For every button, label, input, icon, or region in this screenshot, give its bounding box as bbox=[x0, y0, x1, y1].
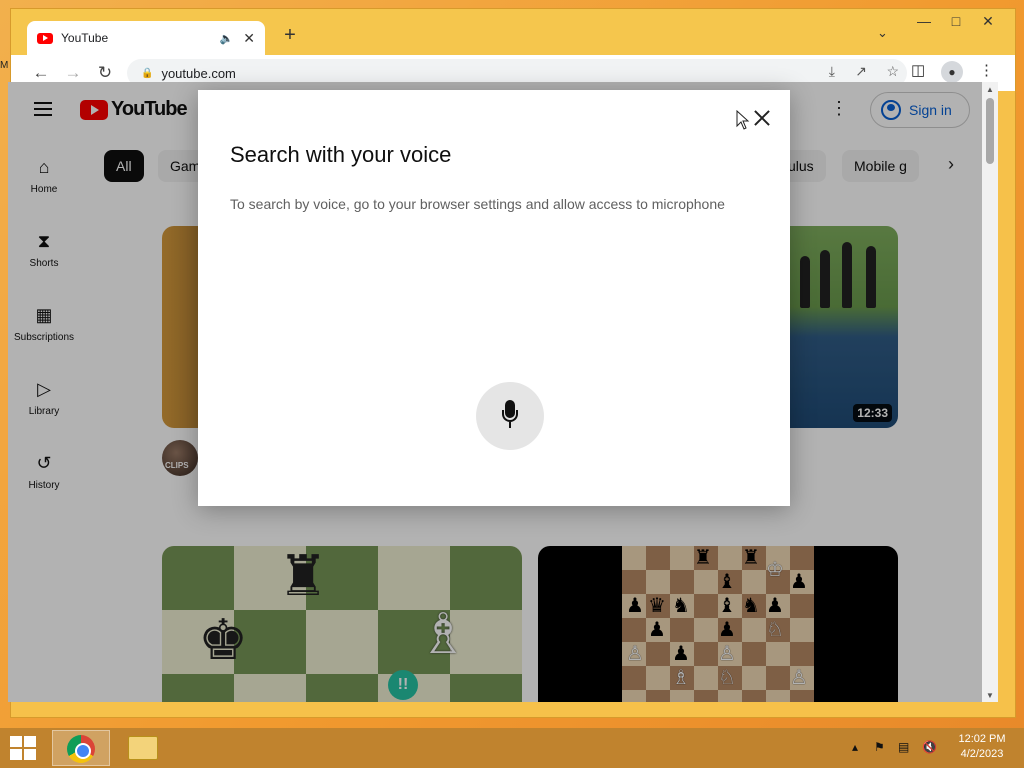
youtube-favicon-icon bbox=[37, 32, 53, 44]
share-icon[interactable]: ↗ bbox=[855, 63, 867, 80]
voice-search-dialog: Search with your voice To search by voic… bbox=[198, 90, 790, 506]
scroll-down-arrow-icon[interactable]: ▼ bbox=[986, 691, 994, 700]
tray-show-hidden-icon[interactable]: ▴ bbox=[852, 740, 858, 754]
dialog-title: Search with your voice bbox=[230, 142, 452, 167]
scroll-thumb[interactable] bbox=[986, 98, 994, 164]
side-panel-icon[interactable]: ◫ bbox=[911, 61, 925, 79]
install-app-icon[interactable]: ⤓ bbox=[829, 63, 835, 80]
tab-close-icon[interactable]: ✕ bbox=[243, 30, 255, 47]
taskbar-file-explorer-button[interactable] bbox=[114, 730, 172, 766]
network-icon[interactable]: ▤ bbox=[898, 740, 909, 754]
taskbar-chrome-button[interactable] bbox=[52, 730, 110, 766]
system-clock[interactable]: 12:02 PM 4/2/2023 bbox=[952, 732, 1012, 762]
microphone-button[interactable] bbox=[476, 382, 544, 450]
windows-start-icon[interactable] bbox=[10, 736, 36, 760]
chrome-icon bbox=[67, 735, 95, 763]
volume-muted-icon[interactable]: 🔇 bbox=[922, 740, 937, 754]
maximize-button[interactable]: □ bbox=[941, 13, 971, 29]
action-center-flag-icon[interactable]: ⚑ bbox=[874, 740, 885, 754]
bookmark-star-icon[interactable]: ☆ bbox=[886, 63, 899, 80]
dialog-message: To search by voice, go to your browser s… bbox=[230, 196, 725, 212]
lock-icon[interactable]: 🔒 bbox=[141, 68, 153, 79]
scroll-up-arrow-icon[interactable]: ▲ bbox=[986, 85, 994, 94]
microphone-icon bbox=[502, 400, 518, 432]
folder-icon bbox=[128, 736, 158, 760]
clock-date: 4/2/2023 bbox=[960, 748, 1004, 760]
new-tab-button[interactable]: + bbox=[277, 23, 303, 49]
taskbar: ▴ ⚑ ▤ 🔇 12:02 PM 4/2/2023 bbox=[0, 728, 1024, 768]
url-text[interactable]: youtube.com bbox=[161, 66, 235, 81]
window-close-button[interactable]: ✕ bbox=[973, 13, 1003, 30]
mouse-cursor-icon bbox=[736, 109, 750, 130]
tab-search-chevron-icon[interactable]: ⌄ bbox=[877, 25, 888, 41]
browser-menu-icon[interactable]: ⋮ bbox=[979, 61, 994, 79]
clock-time: 12:02 PM bbox=[958, 733, 1006, 745]
tab-youtube[interactable]: YouTube 🔈 ✕ bbox=[27, 21, 265, 55]
profile-avatar-icon[interactable]: ● bbox=[941, 61, 963, 83]
dialog-close-icon[interactable] bbox=[752, 108, 772, 128]
tab-strip: YouTube 🔈 ✕ + ⌄ — □ ✕ bbox=[11, 9, 1015, 55]
page-scrollbar[interactable]: ▲ ▼ bbox=[982, 82, 998, 702]
minimize-button[interactable]: — bbox=[909, 13, 939, 29]
speaker-icon[interactable]: 🔈 bbox=[220, 32, 234, 45]
tab-title: YouTube bbox=[61, 31, 109, 45]
